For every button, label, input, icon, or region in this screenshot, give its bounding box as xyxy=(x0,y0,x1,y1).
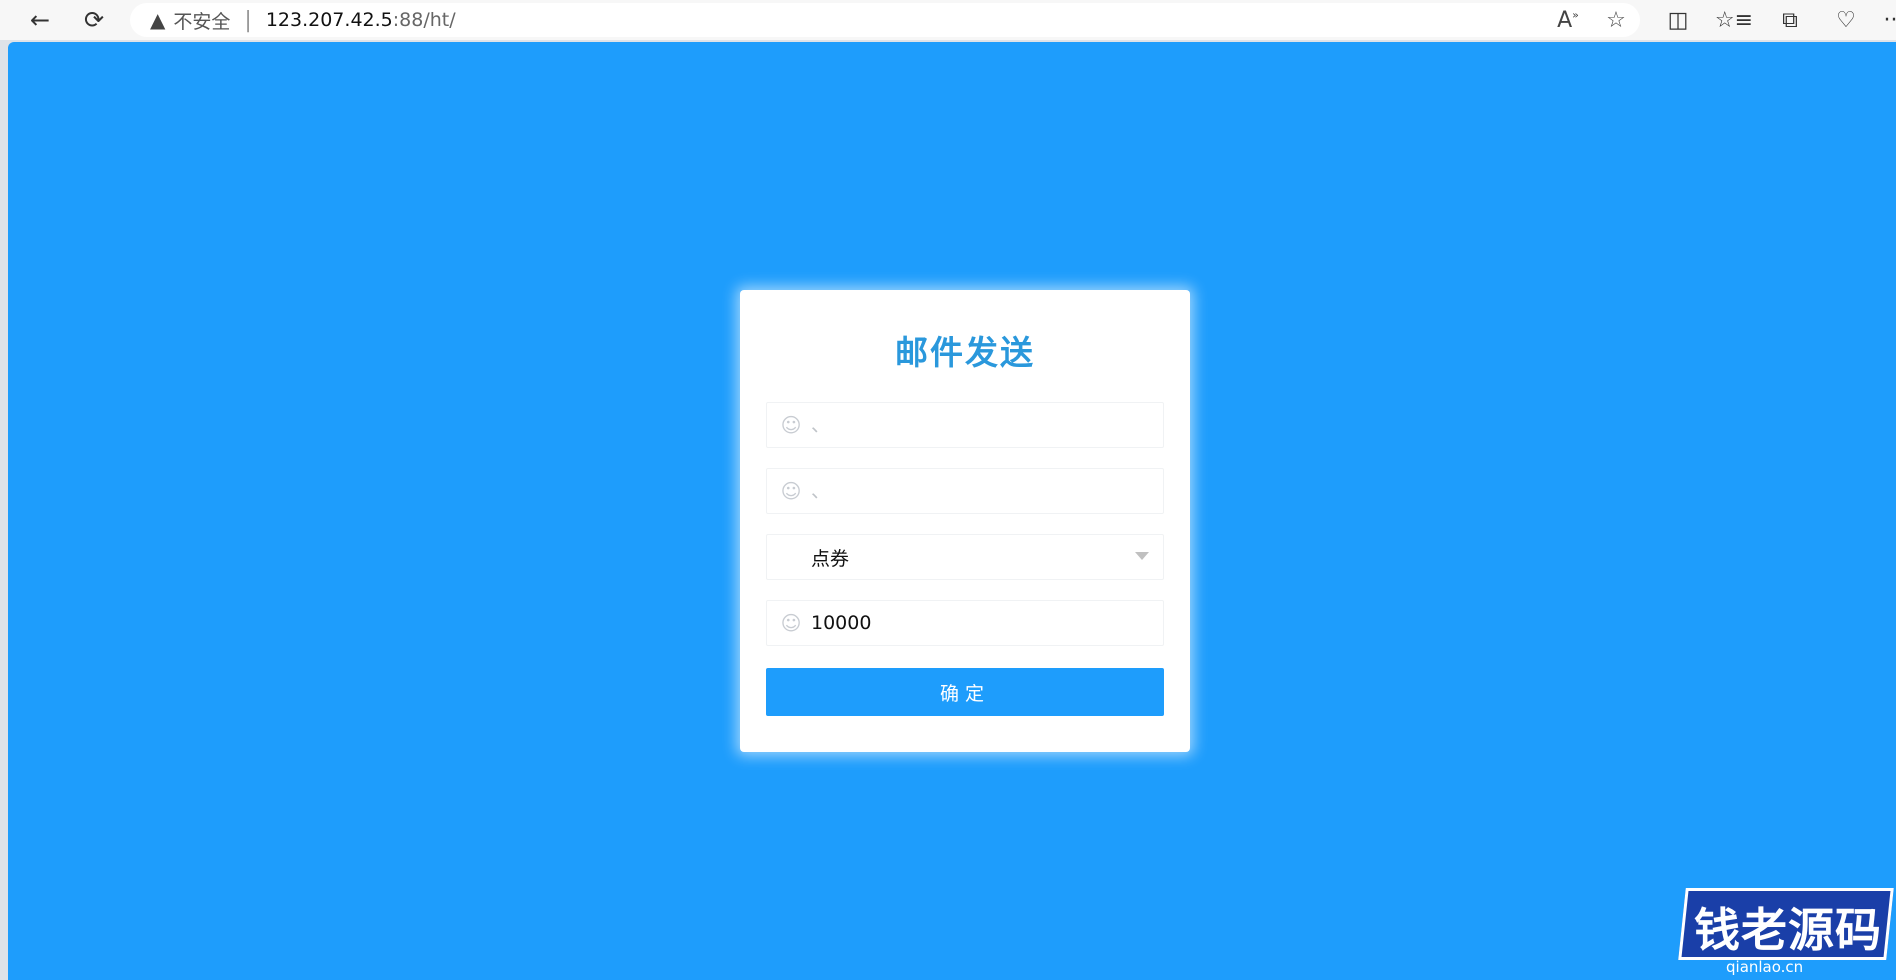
more-icon[interactable]: ··· xyxy=(1874,8,1896,33)
collections-icon[interactable]: ⧉ xyxy=(1762,8,1818,33)
amount-input[interactable] xyxy=(811,612,1151,634)
user-icon: ☺ xyxy=(780,479,802,503)
address-separator: | xyxy=(244,7,252,33)
page-viewport: 邮件发送 ☺ ☺ 点券 ☺ 确定 xyxy=(8,42,1896,980)
url-host[interactable]: 123.207.42.5 xyxy=(266,9,393,31)
back-arrow-icon[interactable]: ← xyxy=(20,2,60,38)
split-screen-icon[interactable]: ◫ xyxy=(1650,8,1706,33)
security-label[interactable]: 不安全 xyxy=(173,7,230,34)
address-bar-actions: A» ☆ xyxy=(1544,3,1640,37)
url-path[interactable]: :88/ht/ xyxy=(393,9,456,31)
submit-button[interactable]: 确定 xyxy=(766,668,1164,716)
second-input[interactable] xyxy=(811,480,1151,502)
amount-field[interactable]: ☺ xyxy=(766,600,1164,646)
recipient-field[interactable]: ☺ xyxy=(766,402,1164,448)
watermark-logo: 钱老源码 qianlao.cn xyxy=(1678,884,1896,980)
reload-icon[interactable]: ⟳ xyxy=(74,2,114,38)
address-bar[interactable]: ▲ 不安全 | 123.207.42.5 :88/ht/ A» ☆ xyxy=(130,3,1640,37)
item-type-select[interactable]: 点券 xyxy=(766,534,1164,580)
read-aloud-icon[interactable]: A» xyxy=(1544,8,1592,33)
form-title: 邮件发送 xyxy=(895,333,1035,372)
warning-icon[interactable]: ▲ xyxy=(150,8,165,32)
chevron-down-icon[interactable] xyxy=(1135,552,1149,560)
browser-actions: ◫ ☆≡ ⧉ ♡ ··· xyxy=(1650,0,1896,40)
select-value: 点券 xyxy=(811,547,850,570)
favorites-icon[interactable]: ☆≡ xyxy=(1706,8,1762,33)
second-field[interactable]: ☺ xyxy=(766,468,1164,514)
browser-toolbar: ← ⟳ ▲ 不安全 | 123.207.42.5 :88/ht/ A» ☆ ◫ … xyxy=(0,0,1896,40)
user-icon: ☺ xyxy=(780,611,802,635)
watermark-text: 钱老源码 xyxy=(1694,903,1882,957)
heart-pulse-icon[interactable]: ♡ xyxy=(1818,8,1874,33)
user-icon: ☺ xyxy=(780,413,802,437)
watermark-subtext: qianlao.cn xyxy=(1726,958,1804,976)
mail-send-form: 邮件发送 ☺ ☺ 点券 ☺ 确定 xyxy=(740,290,1190,752)
star-icon[interactable]: ☆ xyxy=(1592,8,1640,33)
recipient-input[interactable] xyxy=(811,414,1151,436)
